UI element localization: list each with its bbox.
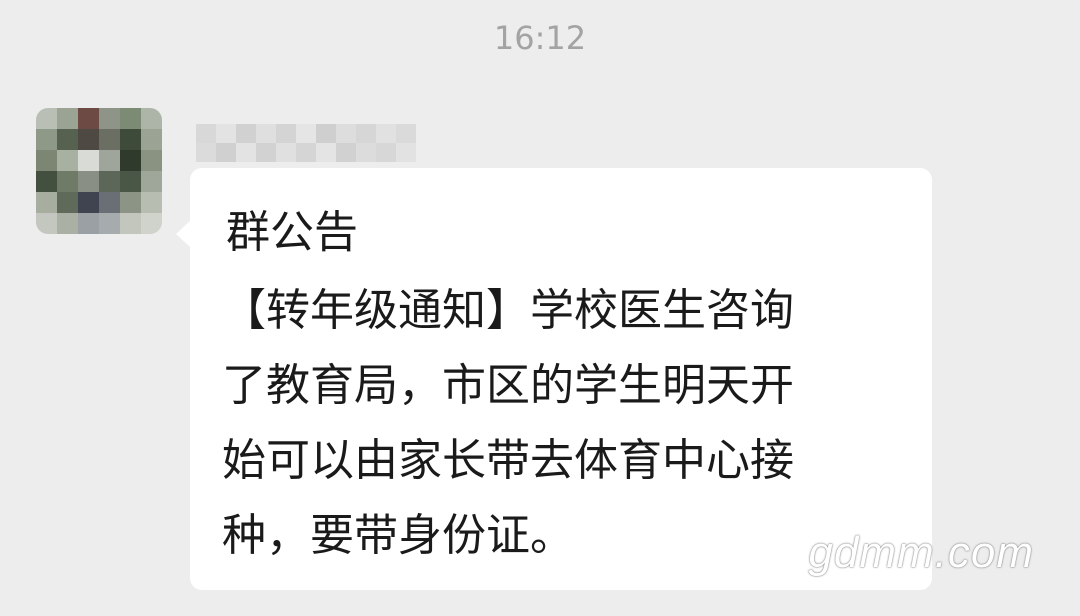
avatar-pixel [57, 171, 78, 192]
avatar-pixel [78, 150, 99, 171]
sender-name-pixel [236, 124, 256, 143]
sender-name-pixel [256, 143, 276, 162]
sender-name-pixel [376, 143, 396, 162]
avatar-pixel [99, 108, 120, 129]
message-line: 【转年级通知】学校医生咨询 [222, 285, 794, 336]
avatar-pixel [36, 213, 57, 234]
avatar-pixel [78, 213, 99, 234]
message-title: 群公告 [226, 207, 358, 258]
avatar-pixel [36, 150, 57, 171]
avatar-pixel [120, 171, 141, 192]
avatar-pixel [36, 129, 57, 150]
avatar-pixel [141, 129, 162, 150]
sender-name-pixel [336, 143, 356, 162]
avatar-pixel [99, 129, 120, 150]
avatar-pixel [57, 192, 78, 213]
avatar-pixel [57, 213, 78, 234]
sender-name-pixelated [196, 124, 416, 162]
avatar-pixel [120, 150, 141, 171]
message-bubble-tail [176, 220, 191, 248]
sender-name-pixel [216, 124, 236, 143]
sender-name-pixel [396, 124, 416, 143]
sender-name-pixel [336, 124, 356, 143]
sender-name-pixel [356, 143, 376, 162]
message-line: 种，要带身份证。 [222, 510, 574, 561]
avatar-pixel [141, 192, 162, 213]
avatar-pixel [99, 213, 120, 234]
avatar-pixel [120, 108, 141, 129]
avatar-pixel [36, 108, 57, 129]
avatar-pixel [120, 192, 141, 213]
avatar[interactable] [36, 108, 162, 234]
avatar-pixel [78, 129, 99, 150]
sender-name-pixel [276, 124, 296, 143]
avatar-pixel [99, 192, 120, 213]
avatar-pixel [99, 150, 120, 171]
sender-name-pixel [296, 143, 316, 162]
avatar-pixel [141, 171, 162, 192]
avatar-pixel [141, 213, 162, 234]
sender-name-pixel [356, 124, 376, 143]
sender-name-pixel [276, 143, 296, 162]
timestamp: 16:12 [493, 19, 587, 57]
sender-name-pixel [376, 124, 396, 143]
avatar-pixel [36, 171, 57, 192]
sender-name-pixel [256, 124, 276, 143]
watermark: gdmm.com [808, 528, 1034, 577]
message-line: 了教育局，市区的学生明天开 [222, 360, 794, 411]
sender-name-pixel [196, 143, 216, 162]
message-line: 始可以由家长带去体育中心接 [222, 435, 794, 486]
avatar-pixel [141, 108, 162, 129]
sender-name-pixel [396, 143, 416, 162]
avatar-pixel [120, 129, 141, 150]
avatar-pixel [120, 213, 141, 234]
avatar-pixel [78, 192, 99, 213]
avatar-pixel [57, 150, 78, 171]
avatar-pixel [141, 150, 162, 171]
sender-name-pixel [316, 143, 336, 162]
sender-name-pixel [296, 124, 316, 143]
avatar-pixel [36, 192, 57, 213]
sender-name-pixel [316, 124, 336, 143]
sender-name-pixel [236, 143, 256, 162]
avatar-pixel [99, 171, 120, 192]
sender-name-pixel [216, 143, 236, 162]
avatar-pixel [78, 171, 99, 192]
avatar-pixel [78, 108, 99, 129]
avatar-pixel [57, 108, 78, 129]
avatar-pixel [57, 129, 78, 150]
sender-name-pixel [196, 124, 216, 143]
